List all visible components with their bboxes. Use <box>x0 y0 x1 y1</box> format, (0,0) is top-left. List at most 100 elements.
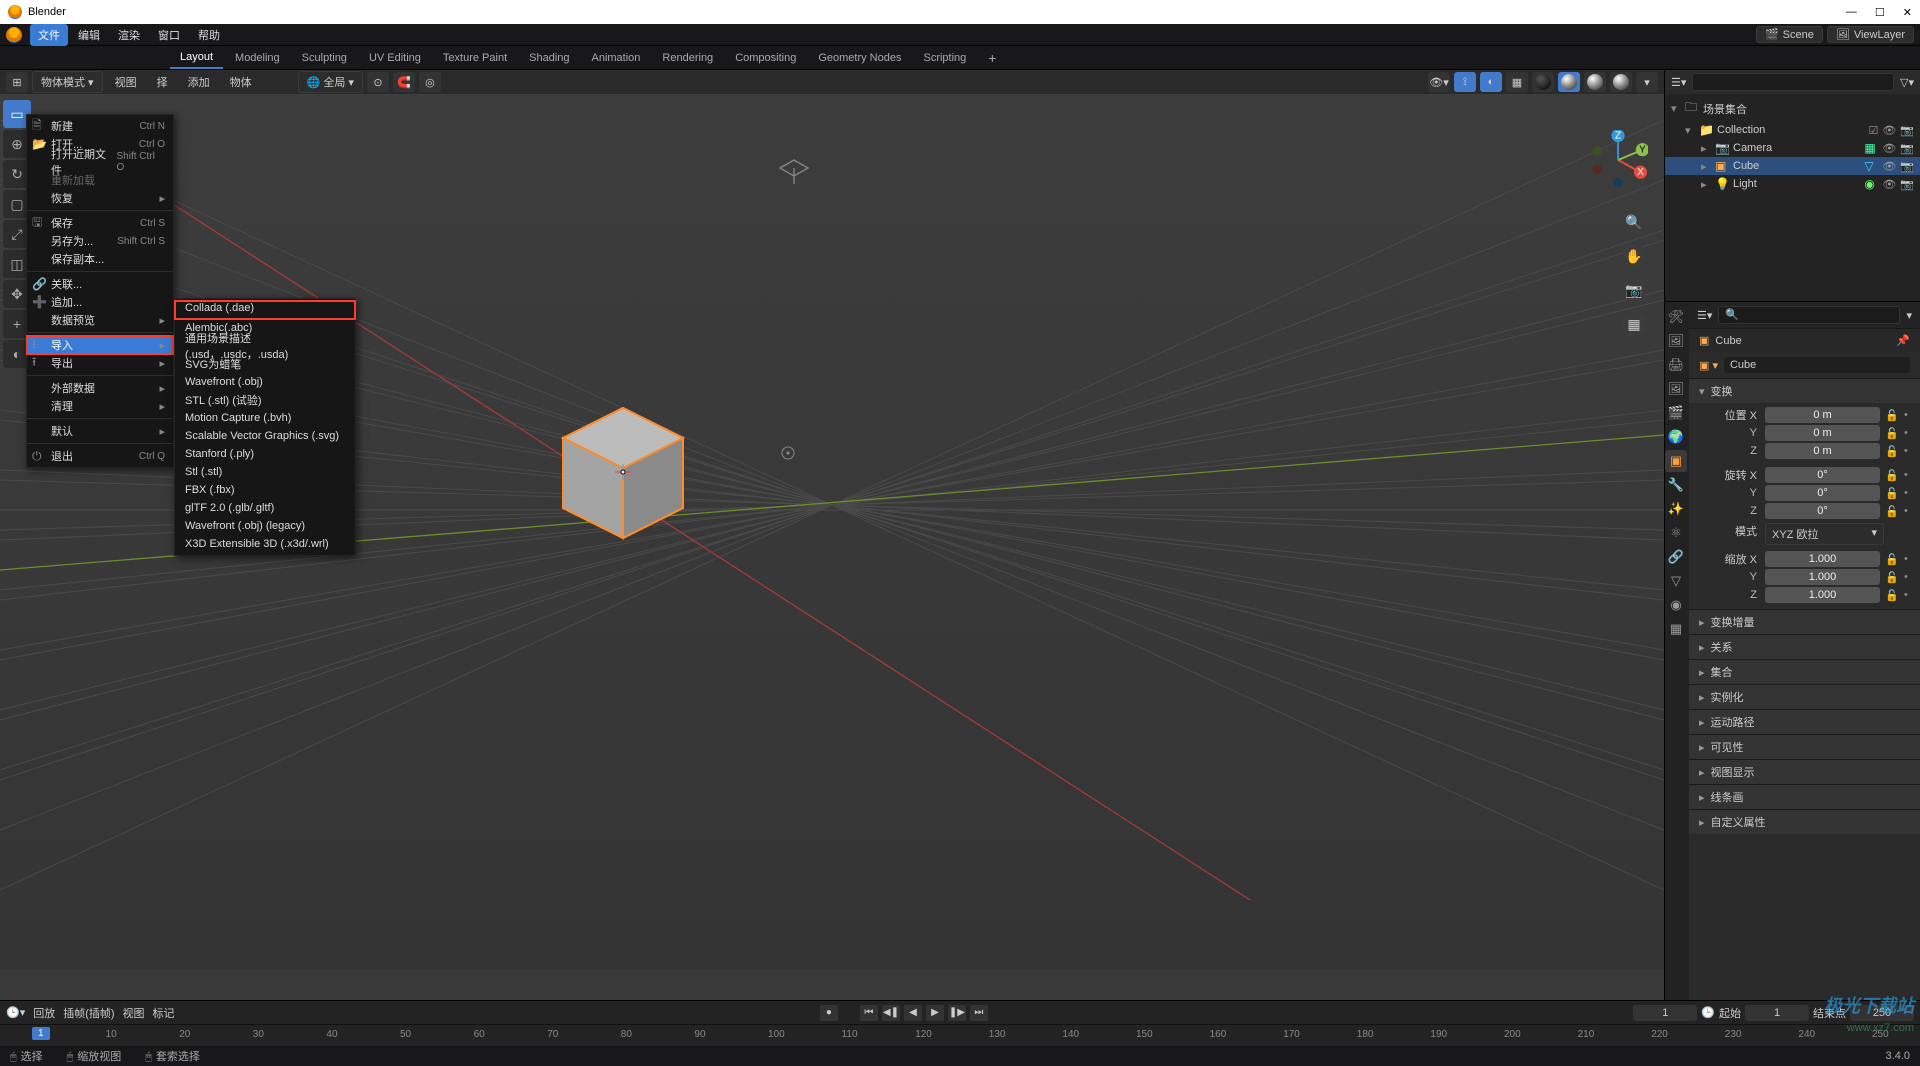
menu-help[interactable]: 帮助 <box>190 24 228 46</box>
scale-x[interactable]: 1.000 <box>1765 551 1880 567</box>
tab-shading[interactable]: Shading <box>519 48 579 68</box>
eye-icon[interactable]: 👁 <box>1882 142 1896 155</box>
outliner-root[interactable]: ▾🗀场景集合 <box>1665 96 1920 121</box>
prop-tab-render[interactable]: 🖼 <box>1665 330 1687 352</box>
pin-icon[interactable]: 📌 <box>1896 334 1910 347</box>
window-close-button[interactable]: ✕ <box>1903 6 1912 19</box>
cube-object[interactable] <box>555 400 690 545</box>
rotation-mode[interactable]: XYZ 欧拉▾ <box>1765 523 1884 545</box>
3d-viewport[interactable]: ⊞ 物体模式 ▾ 视图 择 添加 物体 🌐 全局 ▾ ⊙ 🧲 ◎ 👁▾ ⟟ ◐ … <box>0 70 1664 1000</box>
file-menu-item[interactable]: 清理▸ <box>27 397 173 415</box>
import-menu-item[interactable]: X3D Extensible 3D (.x3d/.wrl) <box>175 535 355 553</box>
timeline-ruler[interactable]: 1 10203040506070809010011012013014015016… <box>0 1024 1920 1046</box>
section-relations[interactable]: ▸关系 <box>1689 635 1920 659</box>
eye-icon[interactable]: 👁 <box>1882 160 1896 173</box>
vp-menu-object[interactable]: 物体 <box>222 72 260 92</box>
play-icon[interactable]: ▶ <box>926 1005 944 1021</box>
section-custom[interactable]: ▸自定义属性 <box>1689 810 1920 834</box>
lock-icon[interactable]: 🔓 <box>1884 409 1900 422</box>
import-menu-item[interactable]: Stanford (.ply) <box>175 445 355 463</box>
tab-sculpting[interactable]: Sculpting <box>292 48 357 68</box>
menu-window[interactable]: 窗口 <box>150 24 188 46</box>
section-instancing[interactable]: ▸实例化 <box>1689 685 1920 709</box>
outliner-camera[interactable]: ▸📷Camera▦ 👁📷 <box>1665 139 1920 157</box>
prop-tab-scene[interactable]: 🎬 <box>1665 402 1687 424</box>
current-frame[interactable]: 1 <box>1633 1005 1697 1021</box>
blender-icon[interactable] <box>6 27 22 43</box>
render-icon[interactable]: 📷 <box>1900 178 1914 191</box>
camera-view-icon[interactable]: 📷 <box>1622 278 1646 302</box>
outliner-search[interactable] <box>1692 73 1894 91</box>
import-menu-item[interactable]: STL (.stl) (试验) <box>175 391 355 409</box>
vp-menu-view[interactable]: 视图 <box>107 72 145 92</box>
menu-file[interactable]: 文件 <box>30 24 68 46</box>
interaction-mode[interactable]: 物体模式 ▾ <box>32 71 103 93</box>
tl-view[interactable]: 视图 <box>123 1005 145 1021</box>
prop-tab-physics[interactable]: ⚛ <box>1665 522 1687 544</box>
import-menu-item[interactable]: Motion Capture (.bvh) <box>175 409 355 427</box>
file-menu-item[interactable]: ⏻退出Ctrl Q <box>27 447 173 465</box>
import-menu-item[interactable]: Stl (.stl) <box>175 463 355 481</box>
section-collections[interactable]: ▸集合 <box>1689 660 1920 684</box>
section-motion[interactable]: ▸运动路径 <box>1689 710 1920 734</box>
eye-icon[interactable]: 👁 <box>1882 124 1896 137</box>
file-menu-item[interactable]: 数据预览▸ <box>27 311 173 329</box>
import-menu-item[interactable]: Wavefront (.obj) <box>175 373 355 391</box>
import-menu-item[interactable]: Collada (.dae) <box>175 301 355 319</box>
file-menu-item[interactable]: 重新加载 <box>27 171 173 189</box>
visibility-toggle-icon[interactable]: 👁▾ <box>1428 72 1450 92</box>
import-menu-item[interactable]: glTF 2.0 (.glb/.gltf) <box>175 499 355 517</box>
outliner-editor-icon[interactable]: ☰▾ <box>1671 76 1686 89</box>
keyframe-next-icon[interactable]: ❚▶ <box>948 1005 966 1021</box>
tl-playback[interactable]: 回放 <box>33 1005 55 1021</box>
tab-compositing[interactable]: Compositing <box>725 48 806 68</box>
props-options-icon[interactable]: ▾ <box>1906 309 1912 322</box>
window-maximize-button[interactable]: ☐ <box>1875 6 1885 19</box>
rot-x[interactable]: 0° <box>1765 467 1880 483</box>
window-minimize-button[interactable]: — <box>1846 6 1857 19</box>
outliner-light[interactable]: ▸💡Light◉ 👁📷 <box>1665 175 1920 193</box>
keyframe-prev-icon[interactable]: ◀❚ <box>882 1005 900 1021</box>
tab-uv-editing[interactable]: UV Editing <box>359 48 431 68</box>
tab-geometry-nodes[interactable]: Geometry Nodes <box>808 48 911 68</box>
overlay-toggle-icon[interactable]: ◐ <box>1480 72 1502 92</box>
menu-render[interactable]: 渲染 <box>110 24 148 46</box>
file-menu-item[interactable]: 默认▸ <box>27 422 173 440</box>
tab-add[interactable]: + <box>978 46 1006 70</box>
snap-icon[interactable]: 🧲 <box>393 72 415 92</box>
frame-marker[interactable]: 1 <box>32 1027 50 1040</box>
import-menu-item[interactable]: FBX (.fbx) <box>175 481 355 499</box>
rot-y[interactable]: 0° <box>1765 485 1880 501</box>
ortho-icon[interactable]: ▦ <box>1622 312 1646 336</box>
viewlayer-selector[interactable]: 🖼 ViewLayer <box>1827 26 1914 43</box>
orientation-selector[interactable]: 🌐 全局 ▾ <box>298 71 363 93</box>
shading-matprev-icon[interactable] <box>1584 72 1606 92</box>
import-menu-item[interactable]: 通用场景描述 (.usd，.usdc，.usda) <box>175 337 355 355</box>
shading-solid-icon[interactable] <box>1558 72 1580 92</box>
file-menu-item[interactable]: ⭱导出▸ <box>27 354 173 372</box>
file-menu-item[interactable]: 外部数据▸ <box>27 379 173 397</box>
end-frame[interactable]: 250 <box>1850 1005 1914 1021</box>
rot-z[interactable]: 0° <box>1765 503 1880 519</box>
prop-tab-modifier[interactable]: 🔧 <box>1665 474 1687 496</box>
tl-keying[interactable]: 插帧(插帧) <box>63 1005 114 1021</box>
section-delta[interactable]: ▸变换增量 <box>1689 610 1920 634</box>
checkbox-icon[interactable]: ☑ <box>1868 124 1878 137</box>
xray-icon[interactable]: ▦ <box>1506 72 1528 92</box>
props-search[interactable] <box>1718 306 1900 324</box>
pivot-point-icon[interactable]: ⊙ <box>367 72 389 92</box>
file-menu-item[interactable]: ➕追加... <box>27 293 173 311</box>
prop-tab-data[interactable]: ▽ <box>1665 570 1687 592</box>
file-menu-item[interactable]: 保存副本... <box>27 250 173 268</box>
prop-tab-output[interactable]: 🖨 <box>1665 354 1687 376</box>
jump-start-icon[interactable]: ⏮ <box>860 1005 878 1021</box>
import-menu-item[interactable]: Wavefront (.obj) (legacy) <box>175 517 355 535</box>
render-icon[interactable]: 📷 <box>1900 160 1914 173</box>
prop-tab-viewlayer[interactable]: 🖼 <box>1665 378 1687 400</box>
prop-tab-texture[interactable]: ▦ <box>1665 618 1687 640</box>
shading-rendered-icon[interactable] <box>1610 72 1632 92</box>
outliner-cube[interactable]: ▸▣Cube▽ 👁📷 <box>1665 157 1920 175</box>
play-reverse-icon[interactable]: ◀ <box>904 1005 922 1021</box>
prop-tab-material[interactable]: ◉ <box>1665 594 1687 616</box>
clock-icon[interactable]: 🕒 <box>1701 1006 1715 1019</box>
